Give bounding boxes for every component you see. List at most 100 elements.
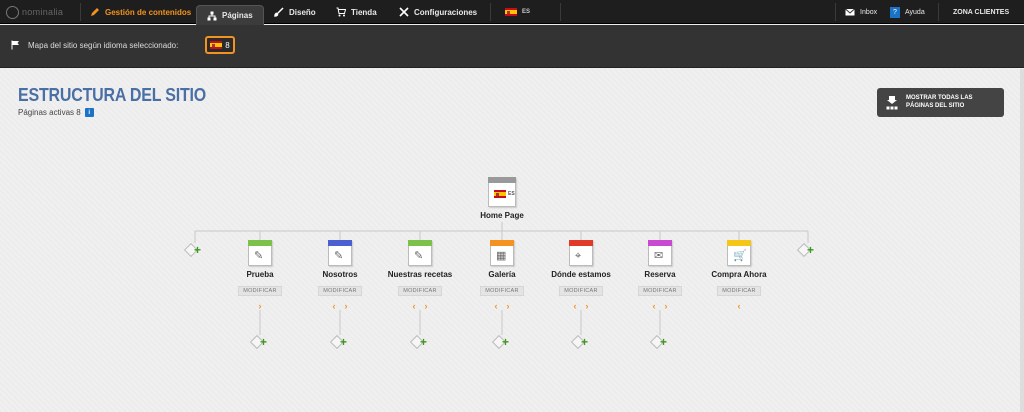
modify-button[interactable]: MODIFICAR (318, 286, 362, 296)
show-all-pages-label: MOSTRAR TODAS LAS PÁGINAS DEL SITIO (906, 95, 973, 109)
tools-icon (399, 7, 409, 17)
move-left-icon[interactable]: ‹ (653, 301, 656, 311)
modify-button[interactable]: MODIFICAR (638, 286, 682, 296)
page-glyph-icon: ✎ (254, 250, 264, 262)
nav-label: Configuraciones (414, 7, 478, 17)
inbox-link[interactable]: Inbox (845, 0, 877, 24)
sitemap-language-select[interactable]: 8 (205, 36, 235, 54)
nav-divider (80, 3, 81, 21)
move-right-icon[interactable]: › (586, 301, 589, 311)
nav-gestion-contenidos[interactable]: Gestión de contenidos (90, 0, 191, 24)
page-tab (248, 240, 272, 246)
sitemap-language-bar: Mapa del sitio según idioma seleccionado… (0, 25, 1024, 68)
modify-button[interactable]: MODIFICAR (559, 286, 603, 296)
envelope-icon (845, 8, 855, 16)
nav-paginas[interactable]: Páginas (196, 5, 264, 25)
page-title-label: Nosotros (322, 270, 358, 279)
active-pages-count: Páginas activas 8 (18, 108, 81, 117)
modify-button[interactable]: MODIFICAR (398, 286, 442, 296)
spain-flag-icon (210, 41, 223, 49)
move-left-icon[interactable]: ‹ (413, 301, 416, 311)
page-icon: ✉ (648, 240, 672, 266)
page-node[interactable]: ⌖ Dónde estamos MODIFICAR ‹ › (536, 240, 626, 311)
plus-icon: + (260, 335, 268, 349)
nav-label: Páginas (222, 11, 253, 20)
move-right-icon[interactable]: › (425, 301, 428, 311)
reorder-arrows: ‹ › (375, 301, 465, 311)
brand-logo[interactable]: nominalia (6, 4, 70, 20)
page-node[interactable]: ✉ Reserva MODIFICAR ‹ › (615, 240, 705, 311)
add-subpage-button[interactable]: + (249, 334, 270, 350)
move-left-icon[interactable]: ‹ (333, 301, 336, 311)
sitemap-language-label: Mapa del sitio según idioma seleccionado… (28, 41, 179, 50)
page-glyph-icon: ✉ (654, 250, 664, 262)
client-zone-label: ZONA CLIENTES (953, 8, 1010, 16)
add-subpage-button[interactable]: + (570, 334, 591, 350)
reorder-arrows: ‹ › (295, 301, 385, 311)
logo-text: nominalia (22, 7, 64, 17)
page-node[interactable]: 🛒 Compra Ahora MODIFICAR ‹ (694, 240, 784, 311)
nav-label: Gestión de contenidos (105, 7, 192, 17)
page-tab (648, 240, 672, 246)
language-selector[interactable]: ES (505, 0, 530, 24)
move-right-icon[interactable]: › (507, 301, 510, 311)
add-subpage-button[interactable]: + (329, 334, 350, 350)
modify-button[interactable]: MODIFICAR (238, 286, 282, 296)
page-icon: ✎ (328, 240, 352, 266)
help-icon: ? (890, 6, 900, 18)
nav-tienda[interactable]: Tienda (336, 0, 377, 24)
nav-diseno[interactable]: Diseño (274, 0, 316, 24)
add-subpage-button[interactable]: + (409, 334, 430, 350)
nav-label: Tienda (351, 7, 377, 17)
client-zone-link[interactable]: ZONA CLIENTES (953, 0, 1009, 24)
page-node[interactable]: ✎ Nuestras recetas MODIFICAR ‹ › (375, 240, 465, 311)
nav-divider (835, 3, 836, 21)
reorder-arrows: ‹ › (615, 301, 705, 311)
page-node[interactable]: ✎ Nosotros MODIFICAR ‹ › (295, 240, 385, 311)
page-glyph-icon: 🛒 (733, 250, 747, 262)
page-tab (569, 240, 593, 246)
help-label: Ayuda (905, 8, 925, 16)
page-icon: ✎ (248, 240, 272, 266)
add-subpage-button[interactable]: + (649, 334, 670, 350)
home-page-node[interactable]: ES Home Page (472, 177, 532, 220)
move-right-icon[interactable]: › (259, 301, 262, 311)
plus-icon: + (340, 335, 348, 349)
page-title-label: Dónde estamos (551, 270, 611, 279)
plus-icon: + (420, 335, 428, 349)
home-page-title: Home Page (480, 211, 524, 220)
help-link[interactable]: ? Ayuda (890, 0, 925, 24)
nav-divider (938, 3, 939, 21)
add-subpage-button[interactable]: + (491, 334, 512, 350)
home-page-icon: ES (488, 177, 516, 207)
show-all-pages-button[interactable]: MOSTRAR TODAS LAS PÁGINAS DEL SITIO (877, 88, 1004, 117)
plus-icon: + (502, 335, 510, 349)
page-tab (490, 240, 514, 246)
move-right-icon[interactable]: › (345, 301, 348, 311)
page-glyph-icon: ✎ (414, 250, 424, 262)
nav-label: Diseño (289, 7, 316, 17)
move-left-icon[interactable]: ‹ (495, 301, 498, 311)
add-page-button[interactable]: + (796, 242, 817, 258)
modify-button[interactable]: MODIFICAR (717, 286, 761, 296)
sitemap-icon (207, 11, 217, 20)
add-page-button[interactable]: + (183, 242, 204, 258)
page-icon: ⌖ (569, 240, 593, 266)
spain-flag-icon (494, 190, 506, 198)
page-node[interactable]: ▦ Galería MODIFICAR ‹ › (457, 240, 547, 311)
reorder-arrows: ‹ › (457, 301, 547, 311)
vertical-scrollbar[interactable] (1020, 69, 1024, 412)
move-left-icon[interactable]: ‹ (574, 301, 577, 311)
nav-configuraciones[interactable]: Configuraciones (399, 0, 477, 24)
top-nav-bar: nominalia Gestión de contenidos Páginas … (0, 0, 1024, 25)
spain-flag-icon (505, 8, 517, 16)
info-icon[interactable]: i (84, 108, 94, 117)
page-node[interactable]: ✎ Prueba MODIFICAR › (215, 240, 305, 311)
move-left-icon[interactable]: ‹ (738, 301, 741, 311)
brush-icon (274, 7, 284, 17)
home-lang-code: ES (508, 191, 515, 197)
modify-button[interactable]: MODIFICAR (480, 286, 524, 296)
move-right-icon[interactable]: › (665, 301, 668, 311)
page-title-label: Reserva (644, 270, 676, 279)
active-pages-info: Páginas activas 8 i (18, 108, 94, 117)
